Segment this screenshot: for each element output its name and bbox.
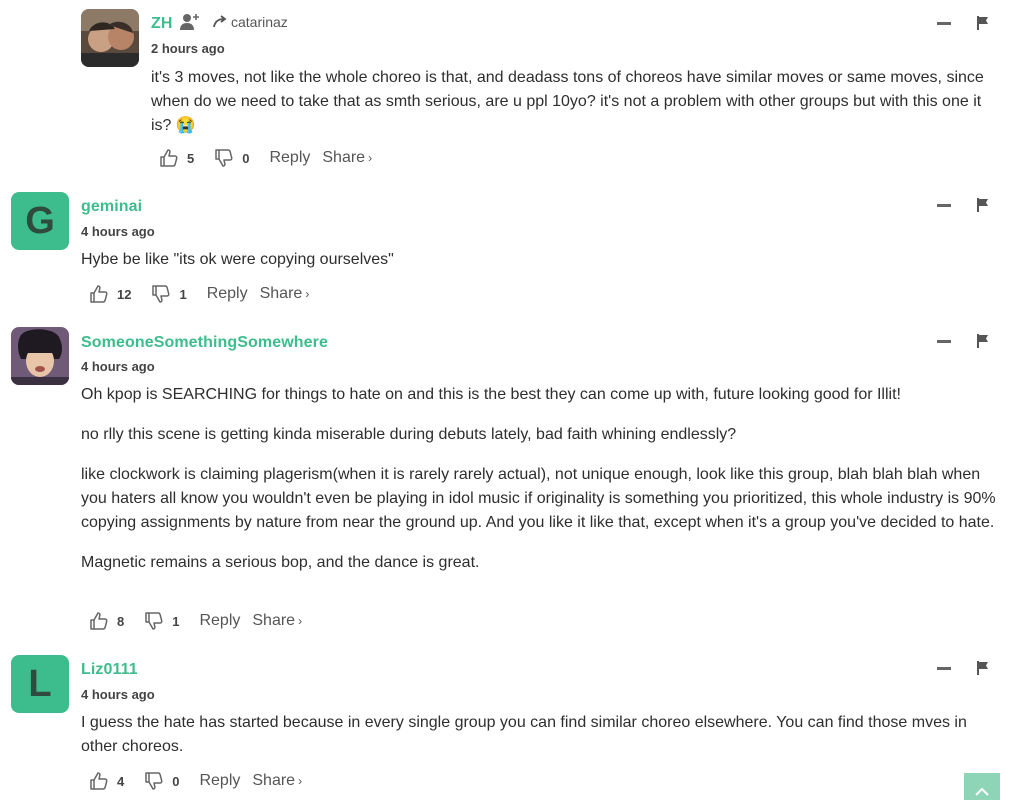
comment-body: I guess the hate has started because in … [81,711,996,759]
share-label: Share [322,149,366,166]
downvote-button[interactable]: 0 [144,771,179,791]
upvote-button[interactable]: 12 [89,284,131,304]
comment-actions: 8 1 Reply Share › [89,611,302,631]
comment-paragraph: Magnetic remains a serious bop, and the … [81,554,480,571]
upvote-count: 12 [117,286,132,302]
avatar[interactable]: L [11,655,69,713]
comment-actions: 4 0 Reply Share › [89,771,302,791]
thumbs-down-icon [214,148,234,168]
scroll-to-top-button[interactable] [964,773,1000,800]
share-label: Share [252,612,296,629]
upvote-count: 5 [187,150,195,166]
chevron-right-icon: › [305,287,310,301]
downvote-button[interactable]: 1 [151,284,187,304]
comment-controls [937,661,989,675]
comment-paragraph: no rlly this scene is getting kinda mise… [81,426,737,443]
downvote-count: 0 [172,773,180,789]
downvote-count: 0 [242,150,250,166]
flag-icon[interactable] [977,334,989,348]
comment-controls [937,334,989,348]
share-button[interactable]: Share › [260,285,310,303]
comment-paragraph: I guess the hate has started because in … [81,714,967,755]
comment-body: it's 3 moves, not like the whole choreo … [151,66,996,138]
upvote-button[interactable]: 5 [159,148,194,168]
timestamp: 4 hours ago [81,359,155,374]
reply-to-user[interactable]: catarinaz [231,14,288,30]
upvote-count: 4 [117,773,125,789]
comment-paragraph: Oh kpop is SEARCHING for things to hate … [81,386,901,403]
reply-button[interactable]: Reply [207,285,248,303]
thumbs-down-icon [151,284,171,304]
reply-button[interactable]: Reply [199,772,240,790]
collapse-icon[interactable] [937,203,951,207]
comment-actions: 12 1 Reply Share › [89,284,309,304]
upvote-button[interactable]: 8 [89,611,124,631]
thumbs-down-icon [144,611,164,631]
timestamp: 2 hours ago [151,41,225,56]
timestamp: 4 hours ago [81,224,155,239]
thumbs-up-icon [89,284,109,304]
timestamp: 4 hours ago [81,687,155,702]
reply-meta: catarinaz [180,12,288,32]
author-name[interactable]: SomeoneSomethingSomewhere [81,334,328,352]
thumbs-up-icon [89,611,109,631]
comment-paragraph: Hybe be like "its ok were copying oursel… [81,251,394,268]
comment-controls [937,16,989,30]
share-label: Share [259,285,303,302]
author-name[interactable]: Liz0111 [81,661,138,679]
chevron-up-icon [975,787,989,796]
avatar[interactable]: G [11,192,69,250]
chevron-right-icon: › [368,151,373,165]
thumbs-up-icon [89,771,109,791]
share-button[interactable]: Share › [252,772,302,790]
flag-icon[interactable] [977,198,989,212]
collapse-icon[interactable] [937,21,951,25]
share-button[interactable]: Share › [252,612,302,630]
thumbs-down-icon [144,771,164,791]
comment-body: Oh kpop is SEARCHING for things to hate … [81,383,996,575]
downvote-count: 1 [179,286,187,302]
upvote-count: 8 [117,613,125,629]
share-button[interactable]: Share › [322,149,372,167]
comment-controls [937,198,989,212]
avatar[interactable] [81,9,139,67]
comment-actions: 5 0 Reply Share › [159,148,372,168]
comment-paragraph: it's 3 moves, not like the whole choreo … [151,69,984,134]
chevron-right-icon: › [298,774,303,788]
follow-user-icon[interactable] [180,12,202,32]
author-name[interactable]: geminai [81,198,142,216]
avatar[interactable] [11,327,69,385]
collapse-icon[interactable] [937,666,951,670]
thumbs-up-icon [159,148,179,168]
reply-arrow-icon [213,15,227,28]
flag-icon[interactable] [977,16,989,30]
author-name[interactable]: ZH [151,15,173,33]
downvote-button[interactable]: 1 [144,611,179,631]
chevron-right-icon: › [298,614,303,628]
reply-button[interactable]: Reply [269,149,310,167]
downvote-button[interactable]: 0 [214,148,249,168]
downvote-count: 1 [172,613,180,629]
comment-paragraph: like clockwork is claiming plagerism(whe… [81,466,996,531]
upvote-button[interactable]: 4 [89,771,124,791]
comment-body: Hybe be like "its ok were copying oursel… [81,248,996,272]
flag-icon[interactable] [977,661,989,675]
share-label: Share [252,772,296,789]
reply-button[interactable]: Reply [199,612,240,630]
collapse-icon[interactable] [937,339,951,343]
